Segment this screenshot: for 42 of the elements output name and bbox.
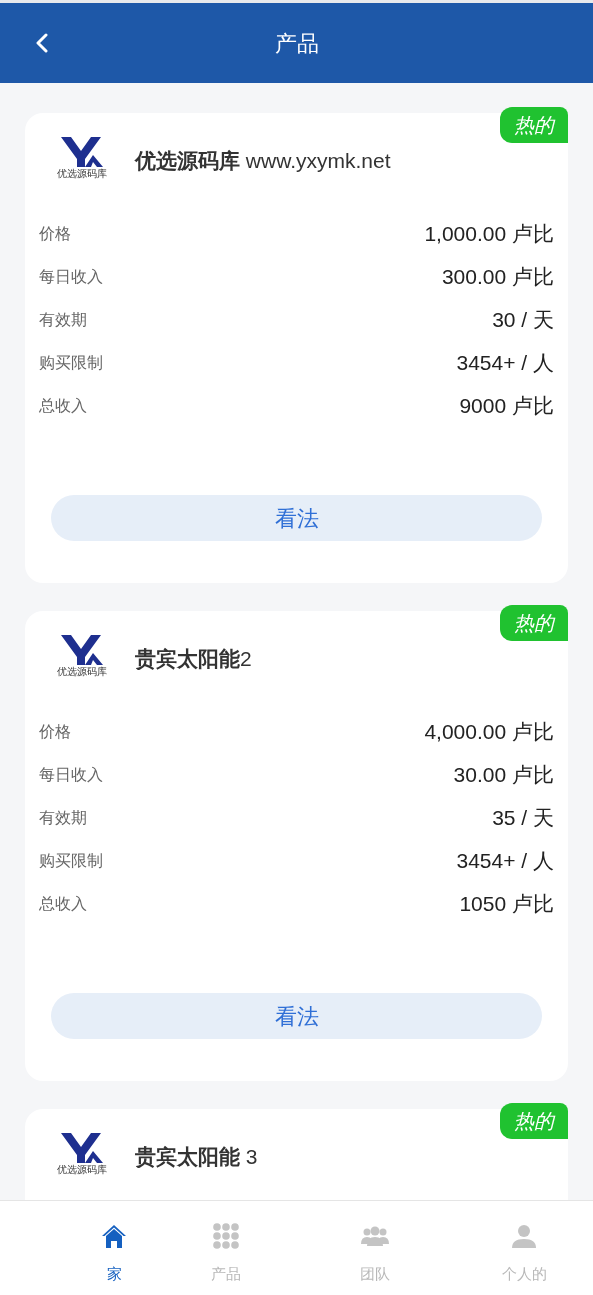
logo-mark-icon — [59, 137, 105, 167]
row-label: 购买限制 — [39, 850, 103, 871]
row-label: 每日收入 — [39, 266, 103, 287]
logo-mark-icon — [59, 1133, 105, 1163]
row-label: 有效期 — [39, 309, 87, 330]
page-title: 产品 — [274, 29, 319, 58]
row-label: 总收入 — [39, 395, 87, 416]
view-button[interactable]: 看法 — [51, 495, 542, 541]
logo-mark-icon — [59, 635, 105, 665]
product-title: 贵宾太阳能2 — [135, 645, 252, 672]
row-value: 1,000.00 卢比 — [424, 220, 554, 247]
row-label: 购买限制 — [39, 352, 103, 373]
home-icon — [100, 1222, 128, 1250]
hot-badge: 热的 — [500, 1103, 568, 1139]
back-icon — [35, 33, 49, 53]
row-value: 4,000.00 卢比 — [424, 718, 554, 745]
row-value: 1050 卢比 — [459, 890, 554, 917]
row-value: 30 / 天 — [492, 306, 554, 333]
product-title: 贵宾太阳能 3 — [135, 1143, 258, 1170]
row-label: 价格 — [39, 223, 71, 244]
row-value: 3454+ / 人 — [456, 847, 554, 874]
team-icon — [360, 1225, 390, 1247]
person-icon — [511, 1223, 537, 1249]
row-value: 30.00 卢比 — [453, 761, 554, 788]
hot-badge: 热的 — [500, 605, 568, 641]
row-label: 每日收入 — [39, 764, 103, 785]
logo-caption: 优选源码库 — [57, 1164, 107, 1176]
product-title: 优选源码库 www.yxymk.net — [135, 147, 391, 174]
tab-item[interactable]: 家 — [58, 1201, 170, 1295]
row-value: 300.00 卢比 — [441, 263, 554, 290]
grid-icon — [213, 1223, 239, 1249]
row-label: 总收入 — [39, 893, 87, 914]
tab-item[interactable]: 产品 — [170, 1201, 282, 1295]
row-label: 有效期 — [39, 807, 87, 828]
logo-caption: 优选源码库 — [57, 168, 107, 180]
hot-badge: 热的 — [500, 107, 568, 143]
view-button[interactable]: 看法 — [51, 993, 542, 1039]
row-label: 价格 — [39, 721, 71, 742]
row-value: 9000 卢比 — [459, 392, 554, 419]
row-value: 3454+ / 人 — [456, 349, 554, 376]
row-value: 35 / 天 — [492, 804, 554, 831]
logo-caption: 优选源码库 — [57, 666, 107, 678]
